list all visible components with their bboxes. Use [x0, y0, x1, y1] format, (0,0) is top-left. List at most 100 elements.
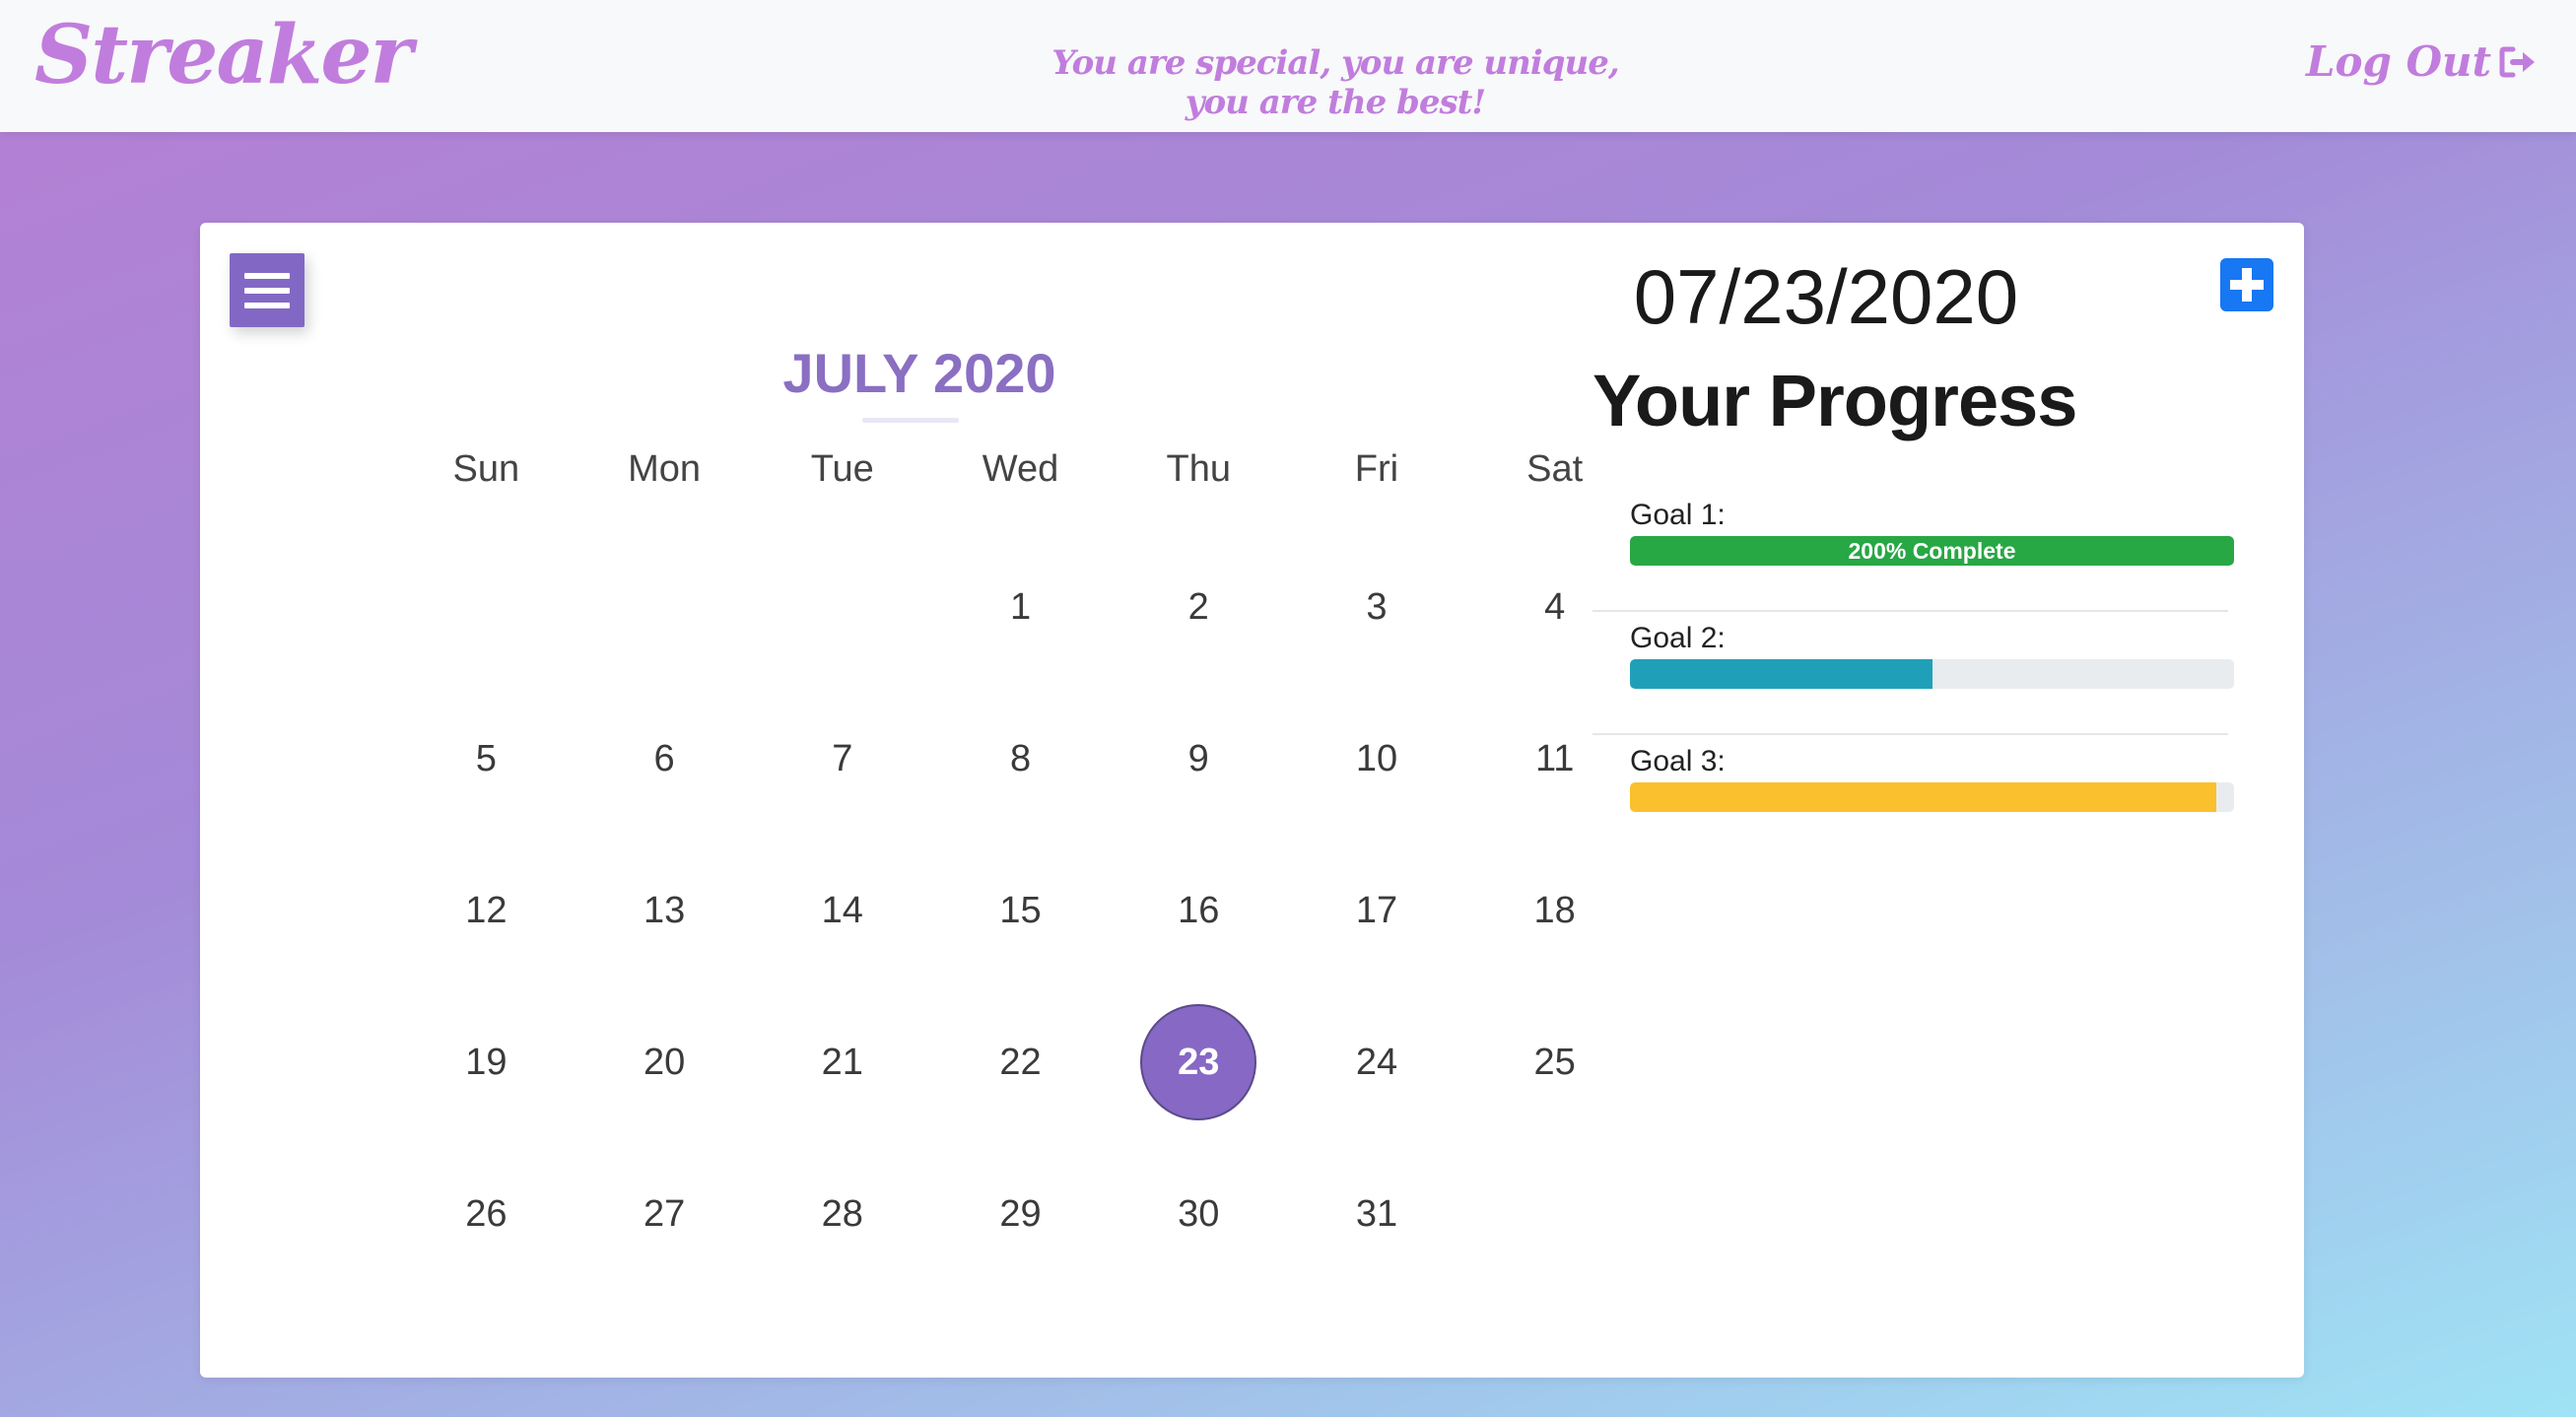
calendar-day[interactable]: 17	[1288, 851, 1466, 970]
calendar-day-selected[interactable]: 23	[1110, 1003, 1288, 1121]
selected-date: 07/23/2020	[1633, 253, 2019, 340]
calendar-day[interactable]: 6	[576, 700, 754, 818]
goal-progress-bar	[1630, 659, 2234, 689]
goal-progress-fill	[1630, 659, 1932, 689]
goal-progress-bar	[1630, 782, 2234, 812]
calendar-day[interactable]: 27	[576, 1155, 754, 1273]
progress-title: Your Progress	[1593, 360, 2077, 441]
day-number: 20	[643, 1041, 686, 1083]
day-number: 5	[475, 737, 497, 779]
calendar-day[interactable]: 7	[753, 700, 931, 818]
calendar-week: 1 2 3 4	[397, 548, 1644, 700]
calendar-day[interactable]: 8	[931, 700, 1110, 818]
calendar-day[interactable]: 26	[397, 1155, 576, 1273]
day-number: 22	[999, 1041, 1042, 1083]
day-number: 30	[1178, 1192, 1220, 1235]
calendar-day[interactable]: 18	[1465, 851, 1644, 970]
calendar-week: 26 27 28 29 30 31	[397, 1155, 1644, 1307]
day-number: 24	[1355, 1041, 1398, 1083]
month-title: JULY 2020	[782, 342, 1056, 404]
calendar-day[interactable]: 5	[397, 700, 576, 818]
day-number: 26	[465, 1192, 508, 1235]
goal-item[interactable]: Goal 3:	[1593, 735, 2234, 858]
calendar-day[interactable]: 9	[1110, 700, 1288, 818]
calendar-day[interactable]: 16	[1110, 851, 1288, 970]
logout-button[interactable]: Log Out	[2306, 37, 2539, 86]
day-number: 15	[999, 889, 1042, 931]
calendar-day[interactable]: 2	[1110, 548, 1288, 666]
day-number: 9	[1187, 737, 1209, 779]
day-number: 23	[1178, 1041, 1220, 1083]
weekday-header: Sun Mon Tue Wed Thu Fri Sat	[397, 435, 1644, 504]
calendar-day[interactable]: 14	[753, 851, 931, 970]
calendar-day[interactable]: 24	[1288, 1003, 1466, 1121]
empty-day-cell	[576, 548, 754, 666]
day-number: 16	[1178, 889, 1220, 931]
day-number: 18	[1533, 889, 1576, 931]
day-number: 25	[1533, 1041, 1576, 1083]
calendar-day[interactable]: 28	[753, 1155, 931, 1273]
goal-progress-bar: 200% Complete	[1630, 536, 2234, 566]
calendar-day[interactable]: 30	[1110, 1155, 1288, 1273]
goal-label: Goal 3:	[1630, 745, 1726, 777]
empty-day-cell	[753, 548, 931, 666]
add-goal-button[interactable]	[2220, 258, 2273, 311]
navbar: Streaker You are special, you are unique…	[0, 0, 2576, 132]
calendar-day[interactable]: 25	[1465, 1003, 1644, 1121]
day-number: 12	[465, 889, 508, 931]
empty-day-cell	[1465, 1155, 1644, 1273]
day-number: 21	[821, 1041, 863, 1083]
logout-label: Log Out	[2305, 37, 2491, 86]
day-number: 28	[821, 1192, 863, 1235]
weekday-label: Sun	[452, 448, 520, 490]
goal-progress-fill	[1630, 782, 2216, 812]
day-number: 2	[1187, 585, 1209, 628]
day-number: 14	[821, 889, 863, 931]
day-number: 11	[1534, 737, 1575, 779]
empty-day-cell	[397, 548, 576, 666]
calendar-day[interactable]: 1	[931, 548, 1110, 666]
weekday-label: Fri	[1354, 448, 1399, 490]
calendar-day[interactable]: 21	[753, 1003, 931, 1121]
goal-item[interactable]: Goal 2:	[1593, 612, 2234, 735]
hamburger-menu-icon	[244, 272, 290, 279]
day-number: 7	[832, 737, 853, 779]
sign-out-icon	[2499, 46, 2535, 77]
month-underline	[862, 418, 959, 423]
calendar-days: 1 2 3 4 5 6 7 8 9 10 11 12 13 14 15 16 17 18 19 20 21 22 23 24 2…	[397, 548, 1644, 1307]
calendar-day[interactable]: 15	[931, 851, 1110, 970]
weekday-label: Thu	[1166, 448, 1231, 490]
day-number: 10	[1355, 737, 1398, 779]
day-number: 27	[643, 1192, 686, 1235]
calendar-day[interactable]: 3	[1288, 548, 1466, 666]
day-number: 8	[1009, 737, 1032, 779]
tagline: You are special, you are unique, you are…	[1051, 43, 1619, 122]
day-number: 17	[1355, 889, 1398, 931]
brand-logo[interactable]: Streaker	[34, 8, 413, 102]
day-number: 29	[999, 1192, 1042, 1235]
calendar-day[interactable]: 10	[1288, 700, 1466, 818]
goal-label: Goal 2:	[1630, 622, 1726, 654]
main-card: JULY 2020 Sun Mon Tue Wed Thu Fri Sat 12345678…	[200, 223, 2304, 1378]
day-number: 6	[653, 737, 675, 779]
day-number: 4	[1544, 585, 1566, 628]
calendar-day[interactable]: 29	[931, 1155, 1110, 1273]
calendar-day[interactable]: 20	[576, 1003, 754, 1121]
calendar-day[interactable]: 22	[931, 1003, 1110, 1121]
day-number: 3	[1366, 585, 1388, 628]
calendar-day[interactable]: 13	[576, 851, 754, 970]
goal-item[interactable]: Goal 1: 200% Complete	[1593, 489, 2234, 612]
calendar-day[interactable]: 31	[1288, 1155, 1466, 1273]
calendar-grid: Sun Mon Tue Wed Thu Fri Sat 1 2 3 4 5 6 7 8 9 10 11 12 13 1…	[397, 435, 1644, 1307]
day-number: 31	[1355, 1192, 1398, 1235]
calendar-week: 12 13 14 15 16 17 18	[397, 851, 1644, 1003]
calendar-week: 5 6 7 8 9 10 11	[397, 700, 1644, 851]
menu-button[interactable]	[230, 253, 305, 327]
goals-list: Goal 1: 200% Complete Goal 2: Goal 3:	[1593, 489, 2234, 858]
weekday-label: Mon	[628, 448, 702, 490]
weekday-label: Wed	[982, 448, 1059, 490]
calendar-day[interactable]: 19	[397, 1003, 576, 1121]
day-number: 1	[1009, 585, 1032, 628]
day-number: 13	[643, 889, 686, 931]
calendar-day[interactable]: 12	[397, 851, 576, 970]
